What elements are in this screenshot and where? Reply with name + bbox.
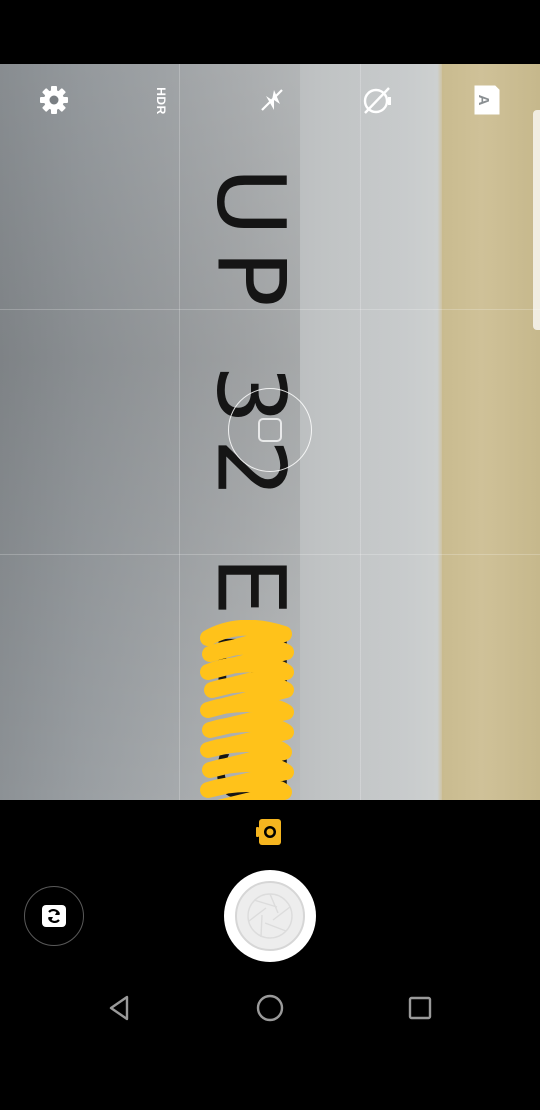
shutter-inner	[235, 881, 305, 951]
status-bar	[0, 0, 540, 64]
viewfinder-wall-area	[442, 64, 540, 800]
nav-home-button[interactable]	[252, 990, 288, 1026]
back-triangle-icon	[109, 995, 129, 1021]
home-circle-icon	[256, 994, 284, 1022]
auto-mode-icon: A	[474, 85, 500, 115]
grid-line-vertical-1	[179, 64, 180, 800]
grid-line-vertical-2	[360, 64, 361, 800]
shutter-aperture-icon	[247, 893, 293, 939]
nav-back-button[interactable]	[102, 990, 138, 1026]
side-panel-handle[interactable]	[533, 110, 540, 330]
hdr-label: HDR	[154, 87, 168, 115]
flash-off-icon	[261, 89, 283, 111]
redaction-scribble	[200, 620, 294, 800]
switch-camera-icon	[42, 905, 66, 927]
photo-mode-indicator[interactable]	[256, 815, 284, 847]
nav-recents-button[interactable]	[402, 990, 438, 1026]
camera-mode-icon	[256, 819, 281, 845]
settings-button[interactable]	[36, 82, 72, 118]
switch-camera-button[interactable]	[24, 886, 84, 946]
timer-off-icon	[363, 87, 391, 114]
hdr-toggle[interactable]: HDR	[150, 84, 172, 118]
shutter-button[interactable]	[224, 870, 316, 962]
scene-mode-button[interactable]: A	[468, 82, 504, 118]
gear-icon	[40, 86, 68, 114]
recents-square-icon	[408, 996, 432, 1020]
focus-center-marker	[258, 418, 282, 442]
svg-text:A: A	[475, 95, 492, 106]
flash-toggle[interactable]	[254, 82, 290, 118]
timer-toggle[interactable]	[359, 82, 395, 118]
